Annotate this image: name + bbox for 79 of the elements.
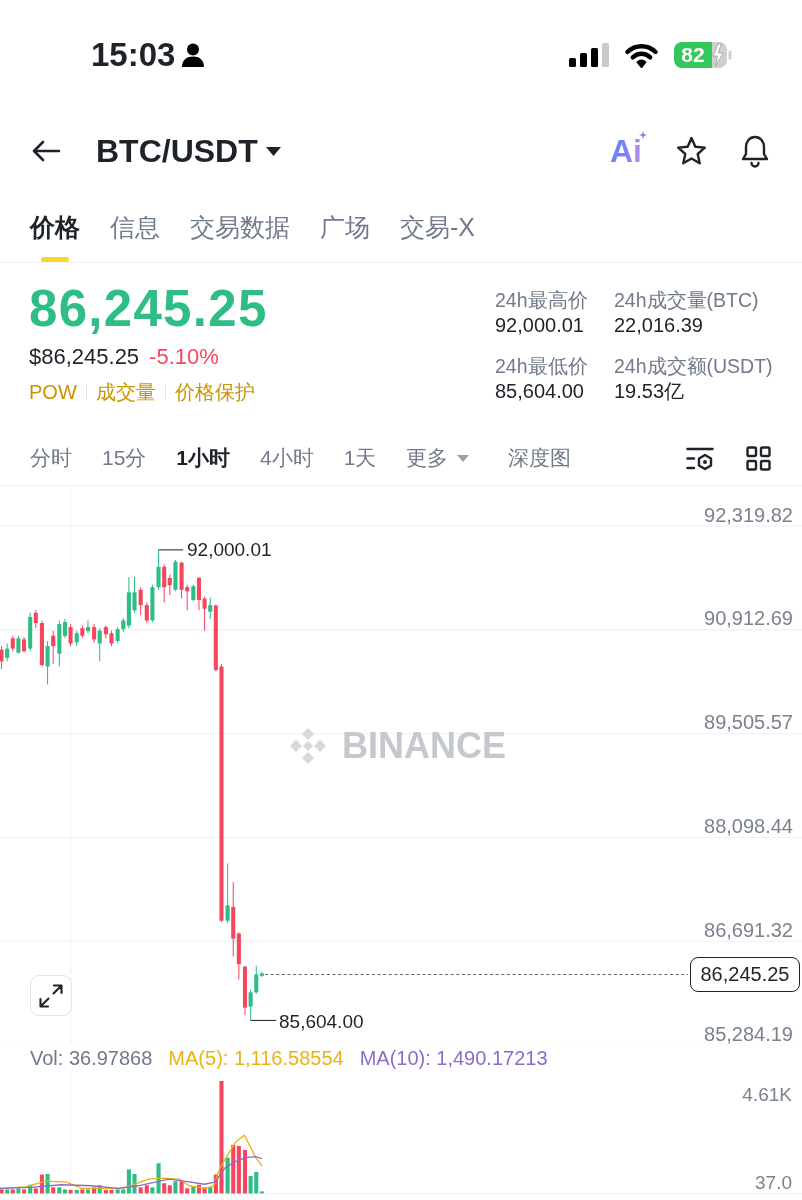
price-axis-label: 90,912.69 [704, 606, 793, 631]
falling-candlestick [10, 635, 15, 652]
stat-value: 19.53亿 [614, 379, 686, 403]
stat-value: 22,016.39 [614, 313, 704, 337]
caret-down-icon [457, 454, 470, 462]
volume-axis-label: 37.0 [755, 1173, 792, 1193]
tab[interactable]: 信息 [110, 197, 160, 262]
leader-line [158, 549, 184, 551]
expand-icon [38, 982, 64, 1009]
tab[interactable]: 广场 [320, 197, 370, 262]
falling-candlestick [0, 645, 4, 670]
sparkle-icon [639, 131, 647, 139]
rising-candlestick [208, 596, 213, 620]
price-change: -5.10% [149, 344, 219, 370]
rising-candlestick [5, 642, 10, 662]
falling-candlestick [51, 630, 56, 665]
star-icon[interactable] [676, 136, 707, 166]
indicator-value: MA(10): 1,490.17213 [359, 1046, 548, 1070]
stat-label: 24h成交量(BTC) [614, 288, 760, 312]
price-axis-label: 88,098.44 [704, 814, 793, 838]
price-axis-label: 86,691.32 [704, 917, 793, 942]
last-price: 86,245.25 [29, 281, 268, 337]
charging-icon [712, 42, 732, 68]
tab[interactable]: 交易数据 [190, 197, 290, 262]
interval-tab[interactable]: 15分 [102, 445, 147, 471]
expand-button[interactable] [30, 975, 72, 1016]
stat-label: 24h最高价 [495, 288, 589, 312]
interval-tab[interactable]: 1天 [343, 445, 377, 471]
status-time: 15:03 [91, 35, 176, 75]
rising-candlestick [85, 619, 90, 634]
depth-chart-tab[interactable]: 深度图 [508, 445, 572, 471]
more-dropdown[interactable]: 更多 [406, 445, 470, 471]
rising-candlestick [74, 630, 79, 647]
rising-candlestick [191, 584, 196, 603]
price-axis-label: 89,505.57 [704, 710, 793, 735]
price-axis-label: 85,284.19 [704, 1021, 793, 1045]
indicator-settings-icon[interactable] [686, 445, 714, 471]
rising-candlestick [45, 640, 50, 685]
watermark-text: BINANCE [342, 727, 506, 765]
interval-tab[interactable]: 1小时 [176, 445, 231, 471]
tab[interactable]: 交易-X [400, 197, 475, 262]
falling-candlestick [80, 625, 85, 639]
grid-icon[interactable] [746, 445, 771, 471]
person-icon [182, 43, 205, 67]
falling-candlestick [22, 636, 27, 654]
indicator-value: Vol: 36.97868 [30, 1046, 153, 1070]
indicator-value: MA(5): 1,116.58554 [168, 1046, 344, 1070]
info-tag[interactable]: POW [29, 380, 77, 404]
usd-price: $86,245.25 [29, 344, 140, 370]
rising-candlestick [97, 627, 102, 662]
diamond-logo-icon [289, 727, 327, 765]
stat-value: 85,604.00 [495, 379, 585, 403]
rising-candlestick [225, 862, 230, 924]
interval-tab[interactable]: 分时 [30, 445, 72, 471]
rising-candlestick [173, 559, 178, 592]
falling-candlestick [92, 623, 97, 643]
battery-percentage: 82 [674, 42, 712, 68]
caret-down-icon [265, 146, 281, 156]
stat-value: 92,000.01 [495, 313, 585, 337]
info-tag[interactable]: 价格保护 [174, 380, 255, 404]
low-price-label: 85,604.00 [279, 1011, 364, 1033]
pair-selector[interactable]: BTC/USDT [96, 132, 281, 170]
info-tag[interactable]: 成交量 [95, 380, 156, 404]
volume-axis-label: 4.61K [742, 1085, 792, 1105]
bell-icon[interactable] [739, 134, 771, 168]
back-arrow-icon[interactable] [32, 140, 61, 162]
rising-candlestick [28, 612, 33, 652]
rising-candlestick [16, 635, 21, 655]
high-price-label: 92,000.01 [187, 539, 272, 561]
stat-label: 24h最低价 [495, 354, 589, 378]
interval-tab[interactable]: 4小时 [260, 445, 314, 471]
stat-label: 24h成交额(USDT) [614, 354, 774, 378]
last-price-tag: 86,245.25 [690, 957, 800, 992]
leader-line [250, 1019, 277, 1021]
wifi-icon [623, 42, 660, 68]
price-axis-label: 92,319.82 [704, 502, 793, 527]
falling-candlestick [68, 623, 73, 647]
signal-icon [569, 43, 610, 67]
tab[interactable]: 价格 [30, 197, 80, 262]
